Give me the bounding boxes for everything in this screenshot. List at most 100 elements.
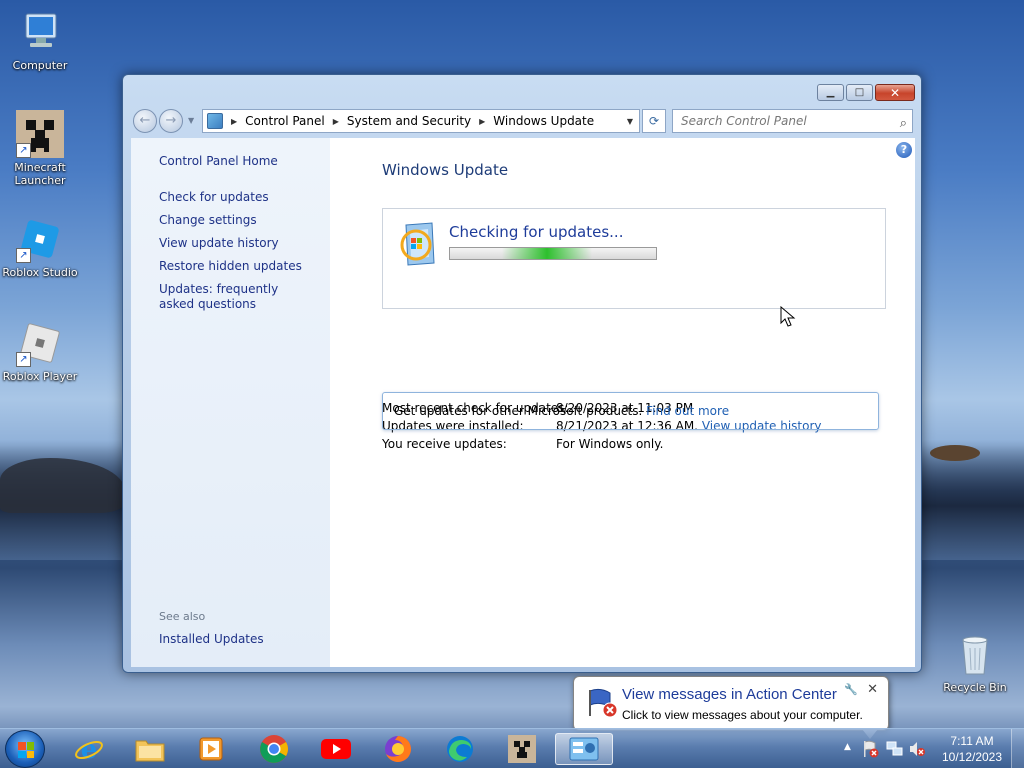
notification-title: View messages in Action Center (622, 686, 837, 703)
sidebar: Control Panel Home Check for updates Cha… (131, 138, 330, 667)
info-value: For Windows only. (556, 437, 664, 451)
minecraft-icon: ↗ (16, 110, 64, 158)
breadcrumb-control-panel[interactable]: Control Panel (245, 114, 325, 128)
start-button[interactable] (5, 730, 45, 768)
windows-update-window[interactable]: ▁ □ ✕ ← → ▼ ▶ Control Panel ▶ System and… (122, 74, 922, 673)
maximize-button[interactable]: □ (846, 84, 873, 101)
taskbar-internet-explorer[interactable]: e (60, 733, 118, 765)
search-icon[interactable]: ⌕ (900, 113, 907, 135)
sidebar-restore-hidden-updates[interactable]: Restore hidden updates (159, 259, 302, 274)
sidebar-check-for-updates[interactable]: Check for updates (159, 190, 269, 205)
desktop-icon-recycle-bin[interactable]: Recycle Bin (935, 630, 1015, 694)
volume-muted-icon[interactable] (908, 740, 926, 758)
search-placeholder: Search Control Panel (681, 114, 807, 128)
main-content: ? Windows Update Checking for updates...… (330, 138, 915, 667)
close-icon[interactable]: ✕ (867, 682, 878, 697)
taskbar-media-player[interactable] (182, 733, 240, 765)
action-center-notification[interactable]: View messages in Action Center Click to … (573, 676, 889, 731)
get-updates-text: Get updates for other Microsoft products… (394, 404, 643, 418)
info-label: You receive updates: (382, 437, 507, 451)
help-icon[interactable]: ? (896, 142, 912, 158)
desktop-icon-label: Computer (12, 59, 68, 72)
system-tray: ▲ 7:11 AM 10/12/2023 (834, 729, 1024, 768)
network-icon[interactable] (886, 740, 904, 758)
back-button[interactable]: ← (133, 109, 157, 133)
shortcut-arrow-icon: ↗ (16, 248, 31, 263)
internet-explorer-icon: e (75, 735, 103, 764)
shortcut-arrow-icon: ↗ (16, 143, 31, 158)
desktop-icon-label: Recycle Bin (943, 681, 1007, 694)
close-button[interactable]: ✕ (875, 84, 915, 101)
search-input[interactable]: Search Control Panel ⌕ (672, 109, 913, 133)
desktop-icon-minecraft[interactable]: ↗ Minecraft Launcher (0, 110, 80, 187)
forward-button[interactable]: → (159, 109, 183, 133)
taskbar-youtube[interactable] (307, 733, 365, 765)
computer-icon (16, 8, 64, 56)
chevron-right-icon[interactable]: ▶ (479, 117, 485, 126)
svg-text:e: e (81, 735, 98, 764)
show-desktop-button[interactable] (1011, 729, 1024, 768)
action-center-flag-icon[interactable] (862, 740, 880, 758)
control-panel-icon (207, 113, 223, 129)
desktop-icon-label: Roblox Player (2, 370, 78, 383)
taskbar-edge[interactable] (431, 733, 489, 765)
sidebar-change-settings[interactable]: Change settings (159, 213, 257, 228)
edge-icon (447, 736, 473, 762)
desktop-icon-label: Minecraft Launcher (14, 161, 66, 187)
chevron-right-icon[interactable]: ▶ (333, 117, 339, 126)
desktop-icon-roblox-player[interactable]: ↗ Roblox Player (0, 319, 80, 383)
minimize-button[interactable]: ▁ (817, 84, 844, 101)
clock-date: 10/12/2023 (941, 750, 1003, 764)
sidebar-updates-faq[interactable]: Updates: frequently asked questions (159, 282, 309, 312)
taskbar-minecraft[interactable] (493, 733, 551, 765)
desktop-icon-computer[interactable]: Computer (0, 8, 80, 72)
taskbar-control-panel[interactable] (555, 733, 613, 765)
recycle-bin-icon (951, 630, 999, 678)
action-center-flag-icon (589, 688, 618, 718)
breadcrumb-system-and-security[interactable]: System and Security (347, 114, 471, 128)
caption-buttons: ▁ □ ✕ (817, 84, 915, 101)
breadcrumb-windows-update[interactable]: Windows Update (493, 114, 594, 128)
media-player-icon (199, 737, 223, 761)
control-panel-icon (569, 737, 599, 761)
page-title: Windows Update (382, 161, 509, 179)
get-updates-box: Get updates for other Microsoft products… (382, 392, 879, 430)
taskbar: e ▲ 7:11 AM 10/12/2023 (0, 728, 1024, 768)
taskbar-file-explorer[interactable] (121, 733, 179, 765)
firefox-icon (385, 736, 411, 762)
info-row-receive: You receive updates: For Windows only. (382, 437, 663, 451)
desktop-icon-label: Roblox Studio (2, 266, 78, 279)
wrench-icon[interactable]: 🔧 (844, 683, 858, 696)
mouse-cursor-icon (780, 306, 796, 327)
progress-fill (502, 248, 592, 259)
clock[interactable]: 7:11 AM 10/12/2023 (940, 733, 1004, 765)
youtube-icon (321, 739, 351, 759)
address-dropdown-icon[interactable]: ▼ (627, 117, 633, 126)
recent-pages-dropdown-icon[interactable]: ▼ (188, 116, 194, 125)
taskbar-firefox[interactable] (369, 733, 427, 765)
refresh-icon[interactable]: ⟳ (642, 109, 666, 133)
taskbar-chrome[interactable] (245, 733, 303, 765)
minecraft-icon (508, 735, 536, 763)
navigation-bar: ← → ▼ ▶ Control Panel ▶ System and Secur… (131, 108, 915, 134)
notification-body: Click to view messages about your comput… (622, 708, 863, 722)
clock-time: 7:11 AM (950, 734, 994, 748)
windows-update-icon (398, 221, 438, 267)
update-status-text: Checking for updates... (449, 223, 624, 241)
sidebar-control-panel-home[interactable]: Control Panel Home (159, 154, 278, 169)
address-bar[interactable]: ▶ Control Panel ▶ System and Security ▶ … (202, 109, 640, 133)
sidebar-installed-updates[interactable]: Installed Updates (159, 632, 264, 647)
show-hidden-icons-chevron-icon[interactable]: ▲ (844, 742, 851, 752)
desktop-icon-roblox-studio[interactable]: ↗ Roblox Studio (0, 215, 80, 279)
update-progress-bar (449, 247, 657, 260)
chrome-icon (260, 735, 288, 763)
see-also-heading: See also (159, 610, 206, 623)
chevron-right-icon[interactable]: ▶ (231, 117, 237, 126)
update-status-box: Checking for updates... (382, 208, 886, 309)
roblox-player-icon: ↗ (16, 319, 64, 367)
sidebar-view-update-history[interactable]: View update history (159, 236, 279, 251)
find-out-more-link[interactable]: Find out more (646, 404, 729, 418)
folder-icon (135, 740, 165, 762)
roblox-studio-icon: ↗ (16, 215, 64, 263)
windows-logo-icon (18, 742, 34, 758)
